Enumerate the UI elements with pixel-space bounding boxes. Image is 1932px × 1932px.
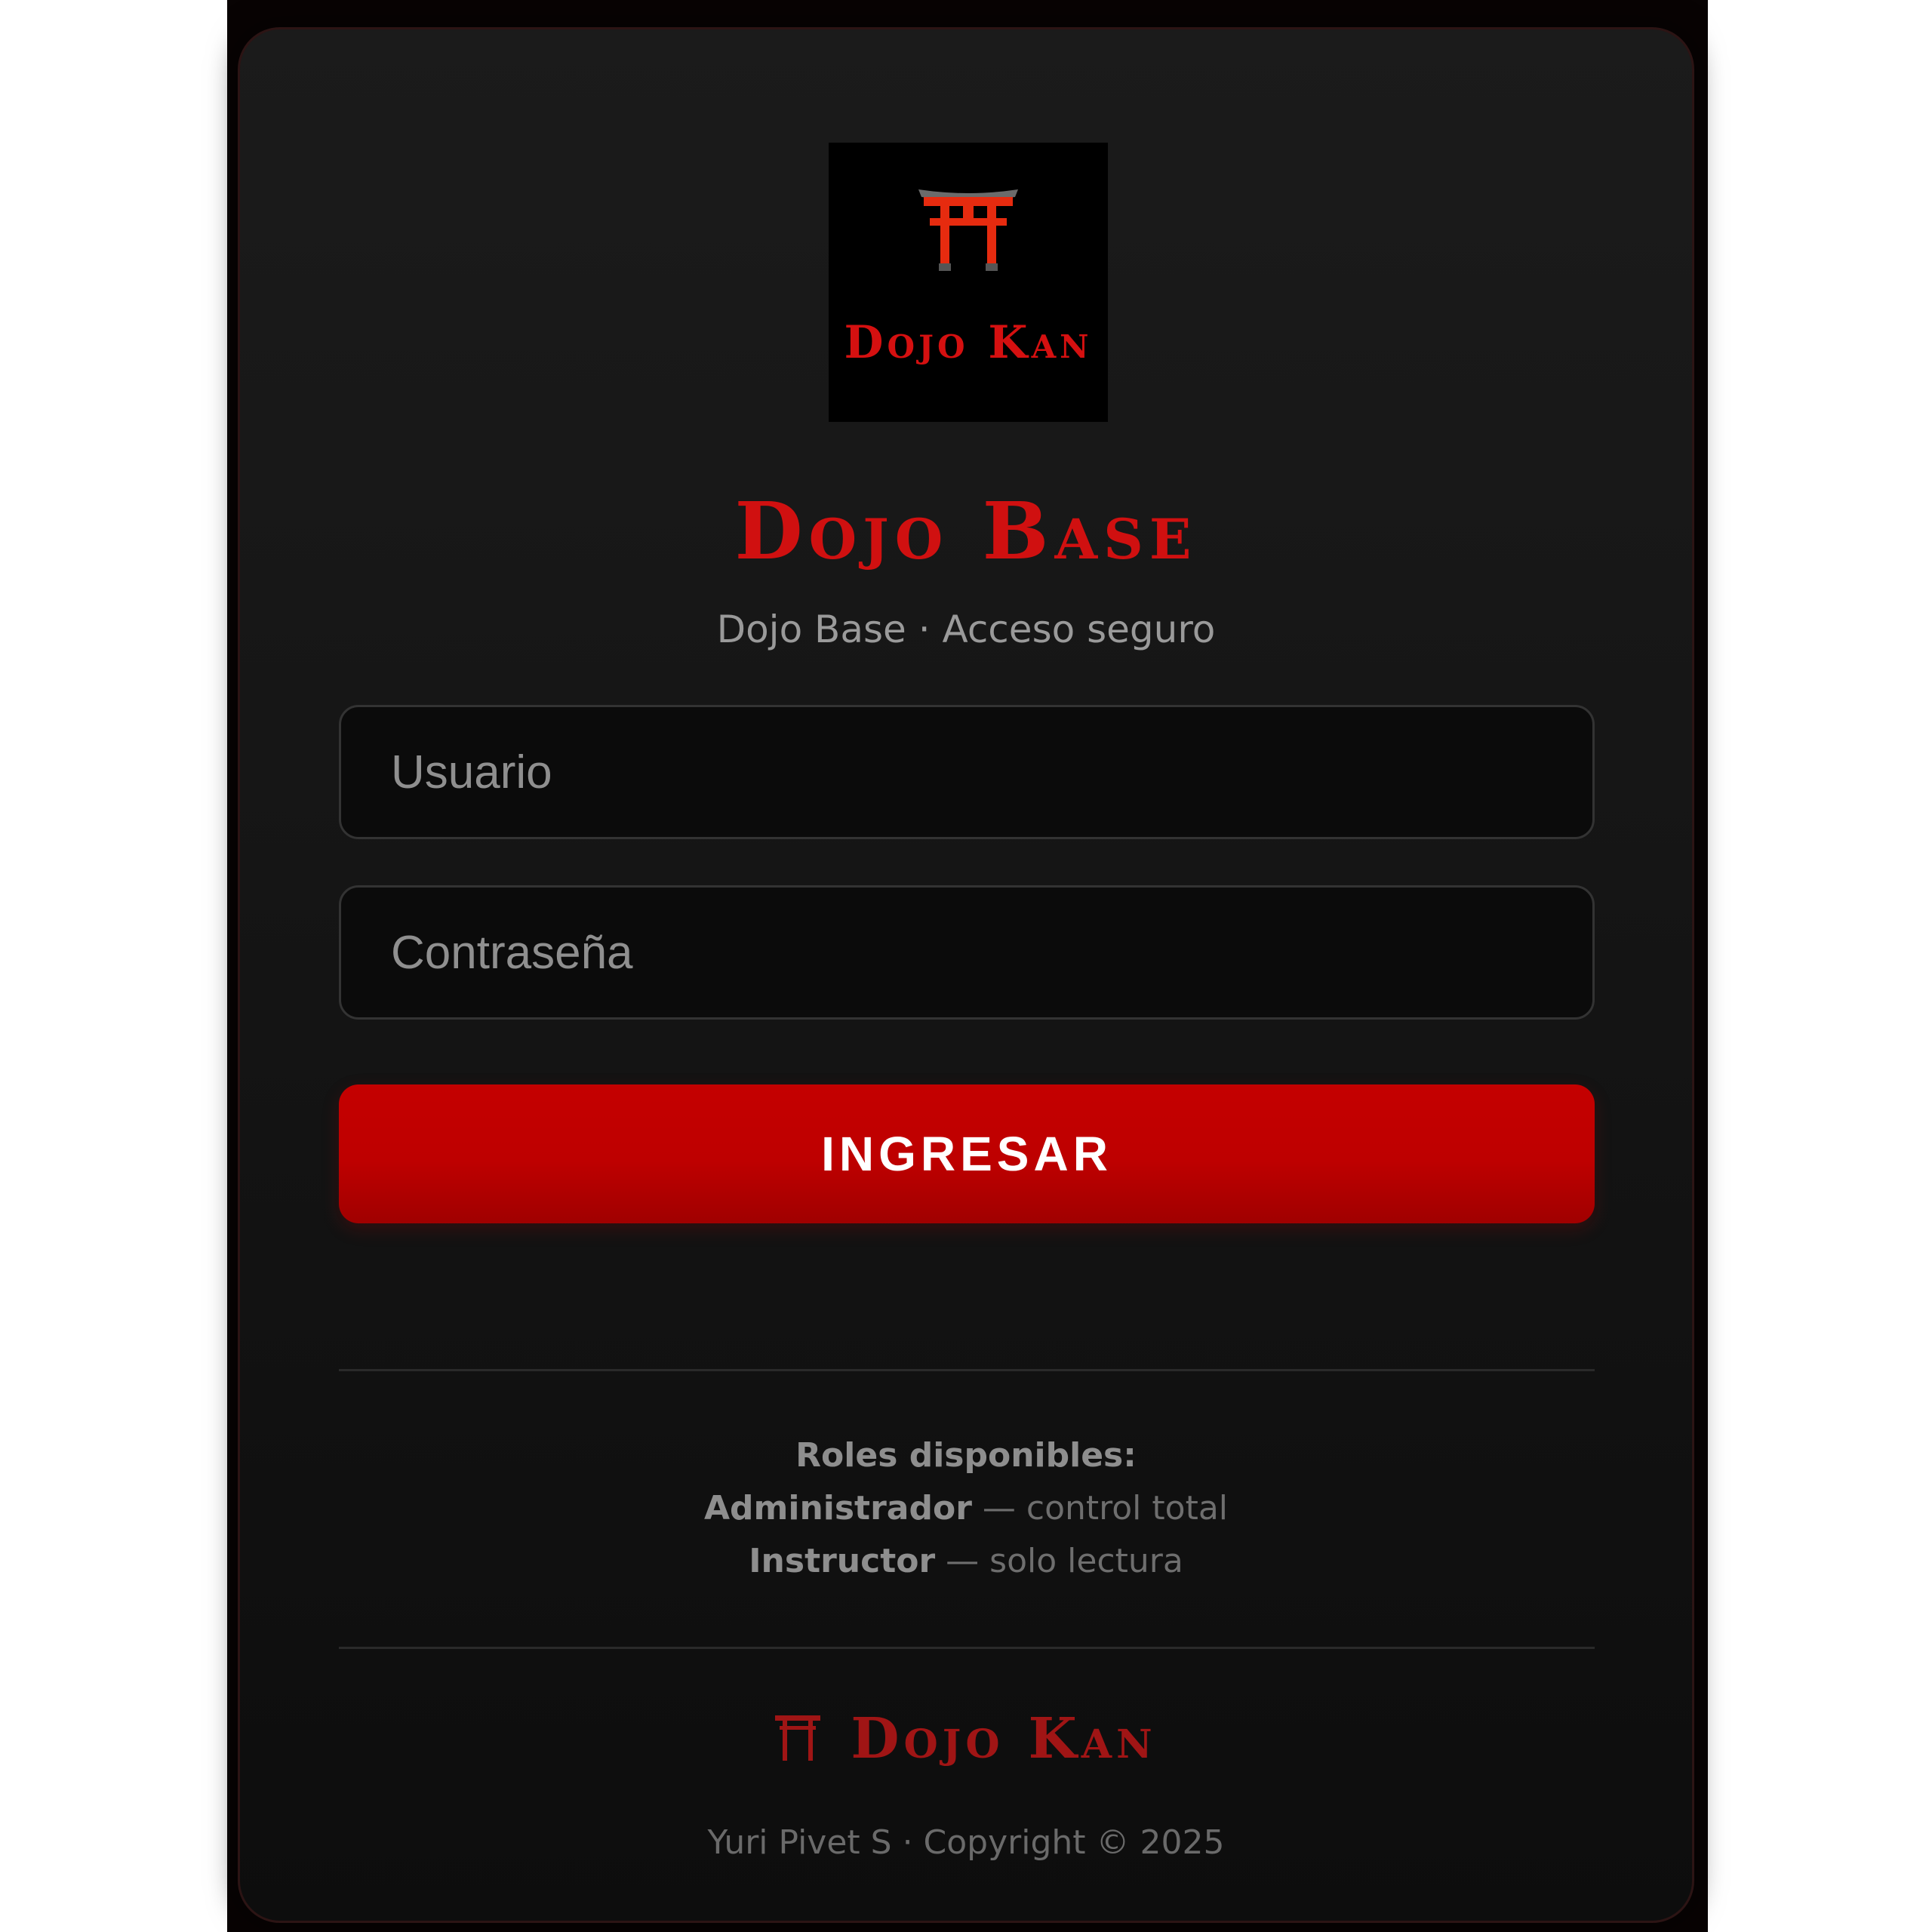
role-item-instructor: Instructor — solo lectura (240, 1535, 1692, 1588)
page-background: Dojo Kan Dojo Base Dojo Base · Acceso se… (227, 0, 1708, 1932)
dojo-kan-logo: Dojo Kan (829, 143, 1108, 422)
footer-brand-text: Dojo Kan (851, 1706, 1157, 1771)
page-title: Dojo Base (734, 485, 1198, 577)
role-item-admin: Administrador — control total (240, 1482, 1692, 1535)
copyright: Yuri Pivet S · Copyright © 2025 (707, 1823, 1225, 1862)
role-description: solo lectura (989, 1542, 1183, 1580)
username-input[interactable] (339, 705, 1595, 839)
role-name: Administrador (703, 1489, 972, 1527)
page-subtitle: Dojo Base · Acceso seguro (716, 608, 1216, 651)
role-separator: — (935, 1542, 990, 1580)
role-description: control total (1026, 1489, 1229, 1527)
role-separator: — (971, 1489, 1026, 1527)
role-name: Instructor (749, 1542, 936, 1580)
divider (339, 1647, 1595, 1649)
logo-text: Dojo Kan (844, 316, 1093, 369)
torii-gate-icon (775, 1715, 821, 1761)
torii-gate-icon (918, 189, 1018, 271)
login-card: Dojo Kan Dojo Base Dojo Base · Acceso se… (238, 27, 1694, 1923)
roles-heading: Roles disponibles: (795, 1436, 1137, 1475)
divider (339, 1369, 1595, 1371)
footer-brand: Dojo Kan (240, 1701, 1692, 1777)
login-button[interactable]: INGRESAR (339, 1084, 1595, 1223)
roles-info: Roles disponibles: Administrador — contr… (240, 1429, 1692, 1588)
password-input[interactable] (339, 885, 1595, 1020)
